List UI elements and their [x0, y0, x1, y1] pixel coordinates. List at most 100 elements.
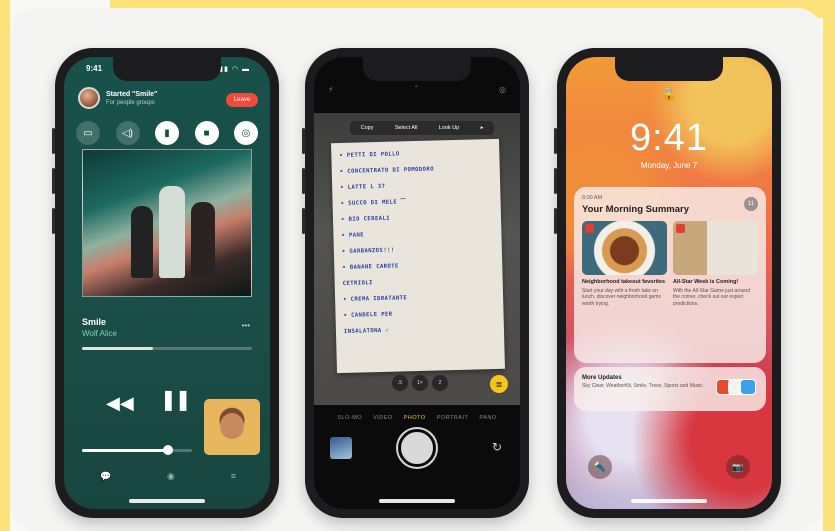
banner-title: Started "Smile"	[106, 90, 158, 98]
status-icons: ▮▮ ◠ ▬	[219, 66, 250, 73]
mode-option[interactable]: PORTRAIT	[437, 415, 469, 421]
shutter-button[interactable]	[398, 429, 436, 467]
album-figure	[131, 206, 153, 278]
status-time: 9:41	[86, 64, 103, 73]
home-indicator[interactable]	[379, 499, 455, 503]
app-icon-stack	[716, 379, 756, 395]
handwritten-note[interactable]: • PETTI DI POLLO • CONCENTRATO DI POMODO…	[331, 138, 505, 374]
note-line: CETRIOLI	[342, 280, 373, 287]
story-headline: Neighborhood takeout favorites	[582, 279, 666, 285]
leave-button[interactable]: Leave	[226, 93, 258, 107]
mode-option[interactable]: VIDEO	[373, 415, 393, 421]
facetime-controls: ▭ ◁) ▮ ■ ◎	[76, 121, 258, 145]
phone-shareplay: 9:41 ▮▮ ◠ ▬ Started "Smile" For people g…	[52, 48, 279, 518]
message-icon[interactable]: ▭	[76, 121, 100, 145]
phone-lock-screen: 🔒 9:41 Monday, June 7 8:00 AM Your Morni…	[554, 48, 781, 518]
story-headline: All-Star Week is Coming!	[673, 279, 739, 285]
zoom-controls: .5 1× 2	[392, 375, 448, 391]
shareplay-icon[interactable]: ◎	[234, 121, 258, 145]
note-line: • GARBANZOS!!!	[341, 247, 395, 255]
note-line: INSALATONA ✓	[343, 327, 390, 335]
summary-count-badge: 11	[744, 197, 758, 211]
note-line: • PANE	[341, 232, 365, 239]
story-body: Start your day with a fresh take on lunc…	[582, 287, 661, 307]
pause-icon[interactable]: ❚❚	[160, 387, 191, 412]
zoom-option[interactable]: 1×	[412, 375, 428, 391]
camera-top-bar: ⚡ ˆ ◎	[328, 85, 506, 94]
story-image	[582, 221, 667, 275]
story-body: With the All-Star Game just around the c…	[673, 287, 750, 307]
zoom-option[interactable]: .5	[392, 375, 408, 391]
home-indicator[interactable]	[129, 499, 205, 503]
note-line: • BIO CEREALI	[340, 215, 391, 224]
lock-screen: 🔒 9:41 Monday, June 7 8:00 AM Your Morni…	[566, 57, 772, 509]
banner-subtitle: For people groups	[106, 99, 155, 106]
summary-story[interactable]: All-Star Week is Coming! With the All-St…	[673, 221, 758, 307]
song-artist: Wolf Alice	[82, 329, 117, 338]
bottom-toolbar: 💬 ◉ ≡	[100, 471, 236, 482]
note-line: • CREMA IDRATANTE	[343, 295, 408, 303]
lock-time: 9:41	[630, 117, 708, 159]
live-photo-icon[interactable]: ◎	[499, 85, 506, 94]
shareplay-banner[interactable]: Started "Smile" For people groups	[78, 87, 157, 109]
note-line: • CANDELE PER	[343, 311, 393, 319]
mode-option[interactable]: PANO	[479, 415, 496, 421]
notification-summary[interactable]: 8:00 AM Your Morning Summary 11 Neighbor…	[574, 187, 766, 363]
secondary-notification[interactable]: More Updates Sky Clear, WeatherKit, Smil…	[574, 367, 766, 411]
chevron-up-icon[interactable]: ˆ	[415, 85, 418, 94]
background-accent-right	[823, 0, 835, 531]
camera-icon[interactable]: ■	[194, 121, 219, 145]
note-line: • CONCENTRATO DI POMODORO	[339, 166, 435, 176]
home-indicator[interactable]	[631, 499, 707, 503]
queue-icon[interactable]: ≡	[231, 471, 236, 482]
flash-icon[interactable]: ⚡	[328, 85, 334, 94]
album-figure	[191, 202, 215, 278]
progress-fill	[82, 347, 154, 350]
camera-icon[interactable]: 📷	[726, 455, 750, 479]
flashlight-icon[interactable]: 🔦	[588, 455, 612, 479]
story-image	[673, 221, 758, 275]
volume-fill	[82, 445, 173, 455]
select-all-button[interactable]: Select All	[393, 125, 420, 131]
note-line: • PETTI DI POLLO	[339, 151, 400, 160]
photo-thumbnail[interactable]	[330, 437, 352, 459]
lock-date: Monday, June 7	[640, 161, 698, 170]
zoom-option[interactable]: 2	[432, 375, 448, 391]
song-title: Smile	[82, 317, 107, 327]
mode-option[interactable]: SLO-MO	[337, 415, 362, 421]
mode-option-active[interactable]: PHOTO	[404, 415, 426, 421]
background-accent-left	[0, 0, 10, 531]
menu-more-icon[interactable]: ▸	[479, 125, 486, 131]
app-icon	[740, 379, 756, 395]
secondary-body: Sky Clear, WeatherKit, Smile, Trees, Spo…	[582, 383, 703, 389]
speaker-icon[interactable]: ◁)	[115, 121, 140, 145]
live-text-icon[interactable]: ≣	[490, 375, 508, 393]
copy-button[interactable]: Copy	[359, 125, 376, 131]
note-line: • LATTE L 37	[340, 183, 386, 192]
notch	[363, 57, 471, 81]
look-up-button[interactable]: Look Up	[437, 125, 462, 131]
airplay-icon[interactable]: ◉	[167, 471, 175, 482]
app-badge-icon	[585, 224, 594, 233]
facetime-video-tile[interactable]	[204, 399, 260, 455]
notch	[615, 57, 723, 81]
volume-knob[interactable]	[162, 445, 173, 455]
phone-camera: ⚡ ˆ ◎ • PETTI DI POLLO • CONCENTRATO DI …	[302, 48, 529, 518]
album-figure	[159, 186, 185, 278]
volume-slider[interactable]	[82, 445, 192, 455]
summary-title: Your Morning Summary	[582, 204, 689, 215]
notch	[113, 57, 221, 81]
lock-icon: 🔒	[661, 87, 677, 101]
avatar	[78, 87, 100, 109]
rewind-icon[interactable]: ◀◀	[106, 393, 134, 414]
lyrics-icon[interactable]: 💬	[100, 471, 111, 482]
album-art	[82, 149, 252, 297]
summary-story[interactable]: Neighborhood takeout favorites Start you…	[582, 221, 667, 307]
mic-icon[interactable]: ▮	[155, 121, 179, 145]
note-line: • SUCCO DI MELE ⁀	[340, 199, 406, 208]
more-icon[interactable]: •••	[242, 321, 250, 330]
shareplay-screen: 9:41 ▮▮ ◠ ▬ Started "Smile" For people g…	[64, 57, 270, 509]
note-line: • BANANE CAROTE	[342, 263, 399, 271]
playback-progress[interactable]	[82, 347, 252, 350]
flip-camera-icon[interactable]: ↻	[492, 440, 502, 454]
